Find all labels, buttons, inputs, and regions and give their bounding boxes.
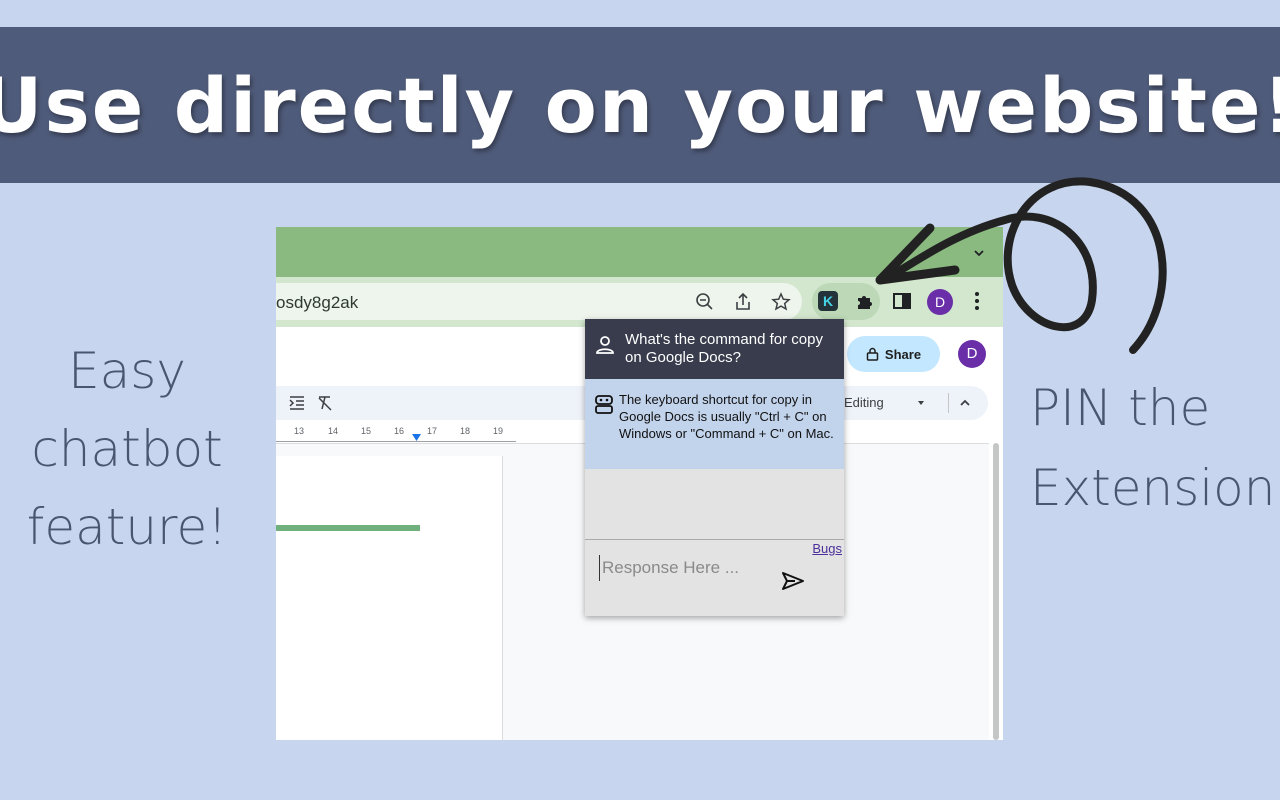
ruler-tick: 13 xyxy=(294,426,305,436)
zoom-out-icon[interactable] xyxy=(694,291,716,313)
kebab-icon[interactable] xyxy=(966,290,988,312)
bot-message: The keyboard shortcut for copy in Google… xyxy=(585,379,844,469)
share-label: Share xyxy=(884,346,922,362)
share-page-icon[interactable] xyxy=(732,291,754,313)
extension-k-icon[interactable]: K xyxy=(818,291,838,311)
left-caption: Easy chatbot feature! xyxy=(22,332,232,566)
chatbot-popup: What's the command for copy on Google Do… xyxy=(585,319,844,616)
editing-mode-label[interactable]: Editing xyxy=(844,395,884,410)
promo-banner: Use directly on your website! xyxy=(0,27,1280,183)
chevron-down-icon[interactable] xyxy=(973,247,985,259)
bot-message-text: The keyboard shortcut for copy in Google… xyxy=(619,392,834,441)
ruler-tick: 14 xyxy=(328,426,339,436)
popup-divider xyxy=(585,539,844,540)
right-caption: PIN the Extension! xyxy=(1030,368,1280,528)
indent-icon[interactable] xyxy=(288,394,306,412)
ruler-line xyxy=(276,436,516,442)
scrollbar[interactable] xyxy=(993,443,999,740)
response-input[interactable] xyxy=(599,555,779,581)
ruler-tick: 18 xyxy=(460,426,471,436)
caret-down-icon[interactable] xyxy=(916,398,926,408)
robot-icon xyxy=(595,395,613,414)
chevron-up-icon[interactable] xyxy=(958,396,972,410)
toolbar-divider xyxy=(948,393,949,413)
star-icon[interactable] xyxy=(770,291,792,313)
clear-formatting-icon[interactable] xyxy=(316,394,334,412)
tab-bar xyxy=(276,227,1003,277)
puzzle-icon[interactable] xyxy=(854,290,876,312)
left-caption-line: feature! xyxy=(26,498,228,556)
side-panel-icon[interactable] xyxy=(891,290,913,312)
ruler-tick: 19 xyxy=(493,426,504,436)
lock-icon xyxy=(866,347,879,361)
url-text: osdy8g2ak xyxy=(276,293,359,312)
ruler-tick: 16 xyxy=(394,426,405,436)
ruler-tick: 17 xyxy=(427,426,438,436)
share-button[interactable]: Share xyxy=(847,336,940,372)
ruler-tick: 15 xyxy=(361,426,372,436)
bugs-link[interactable]: Bugs xyxy=(812,541,842,556)
document-page[interactable] xyxy=(276,456,503,740)
user-message: What's the command for copy on Google Do… xyxy=(585,319,844,379)
banner-title: Use directly on your website! xyxy=(0,60,1280,150)
user-icon xyxy=(596,336,614,354)
profile-avatar[interactable]: D xyxy=(927,289,953,315)
right-caption-line: Extension! xyxy=(1030,459,1280,517)
indent-marker-icon[interactable] xyxy=(412,434,421,441)
docs-avatar[interactable]: D xyxy=(958,340,986,368)
user-message-text: What's the command for copy on Google Do… xyxy=(625,331,823,366)
right-caption-line: PIN the xyxy=(1030,379,1211,437)
left-caption-line: chatbot xyxy=(31,420,223,478)
document-horizontal-line xyxy=(276,525,420,531)
address-bar[interactable]: osdy8g2ak xyxy=(276,283,802,320)
left-caption-line: Easy xyxy=(68,342,186,400)
send-icon[interactable] xyxy=(781,569,805,593)
